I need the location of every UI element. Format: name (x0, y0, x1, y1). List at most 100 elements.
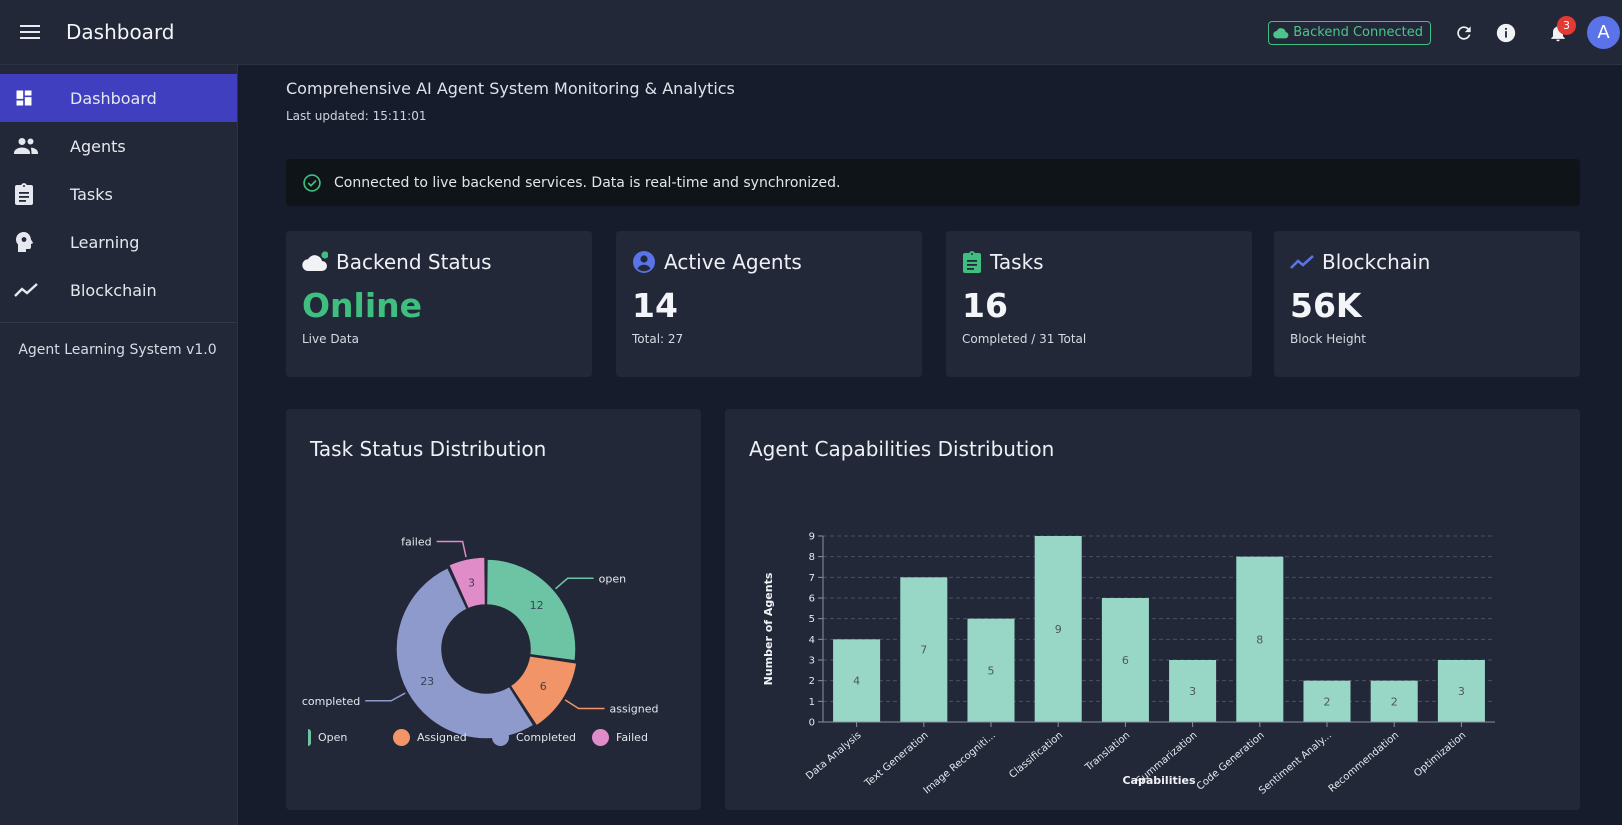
bar-value-label: 4 (853, 675, 860, 688)
chart-title: Agent Capabilities Distribution (749, 437, 1055, 461)
app-bar: Dashboard Backend Connected 3 A (0, 0, 1622, 65)
legend-item-completed[interactable]: Completed (492, 729, 576, 746)
legend-item-failed[interactable]: Failed (592, 729, 648, 746)
slice-outer-label: open (599, 572, 626, 585)
y-tick-label: 8 (809, 552, 815, 563)
main-content: Comprehensive AI Agent System Monitoring… (238, 65, 1622, 825)
chart-title: Task Status Distribution (310, 437, 547, 461)
bar-value-label: 5 (988, 664, 995, 677)
legend-swatch (492, 729, 509, 746)
blockchain-card: Blockchain 56K Block Height (1274, 231, 1580, 377)
avatar[interactable]: A (1587, 16, 1620, 49)
bar-value-label: 2 (1391, 695, 1398, 708)
legend-label: Open (318, 731, 348, 744)
card-subtitle: Completed / 31 Total (962, 332, 1087, 346)
people-icon (0, 137, 70, 155)
slice-outer-label: completed (302, 695, 360, 708)
slice-value-label: 12 (530, 599, 544, 612)
y-tick-label: 7 (809, 573, 815, 584)
menu-button[interactable] (0, 0, 60, 65)
card-title: Blockchain (1322, 250, 1431, 274)
active-agents-card: Active Agents 14 Total: 27 (616, 231, 922, 377)
sidebar-nav: Dashboard Agents Tasks Learning Blockcha… (0, 65, 237, 314)
dashboard-icon (0, 88, 70, 108)
notifications-button[interactable]: 3 (1537, 12, 1579, 54)
slice-outer-label: failed (401, 536, 431, 549)
check-circle-icon (303, 173, 321, 192)
tasks-card: Tasks 16 Completed / 31 Total (946, 231, 1252, 377)
trend-icon (0, 282, 70, 298)
bar-value-label: 6 (1122, 654, 1129, 667)
slice-value-label: 23 (420, 675, 434, 688)
legend-item-open[interactable]: Open (308, 729, 347, 746)
card-subtitle: Live Data (302, 332, 359, 346)
sidebar: Dashboard Agents Tasks Learning Blockcha… (0, 65, 238, 825)
legend-item-assigned[interactable]: Assigned (393, 729, 467, 746)
y-tick-label: 2 (809, 676, 815, 687)
y-axis-title: Number of Agents (762, 572, 775, 685)
y-tick-label: 4 (809, 635, 815, 646)
card-value: 16 (962, 286, 1008, 325)
bar-value-label: 9 (1055, 623, 1062, 636)
clipboard-icon (963, 251, 981, 273)
trend-icon (1290, 255, 1314, 269)
y-tick-label: 0 (809, 718, 815, 729)
y-tick-label: 3 (809, 656, 815, 667)
refresh-icon (1457, 25, 1471, 40)
legend-swatch (393, 729, 410, 746)
card-value: 56K (1290, 286, 1362, 325)
backend-status-label: Backend Connected (1293, 25, 1423, 40)
info-icon (1496, 23, 1516, 42)
card-value: Online (302, 286, 423, 325)
last-updated: Last updated: 15:11:01 (286, 109, 427, 123)
card-title: Tasks (990, 250, 1044, 274)
backend-status-chip: Backend Connected (1268, 20, 1431, 45)
cloud-icon (1273, 27, 1289, 38)
notification-badge: 3 (1557, 15, 1576, 35)
legend-label: Failed (616, 731, 648, 744)
card-subtitle: Total: 27 (632, 332, 684, 346)
bar-value-label: 7 (920, 644, 927, 657)
menu-icon (20, 25, 40, 39)
refresh-button[interactable] (1443, 12, 1485, 54)
x-axis-title: Capabilities (1122, 774, 1195, 787)
cloud-icon (302, 251, 328, 272)
legend-swatch (592, 729, 609, 746)
slice-leader-line (365, 692, 406, 702)
sidebar-item-agents[interactable]: Agents (0, 122, 237, 170)
alert-text: Connected to live backend services. Data… (334, 174, 841, 191)
info-button[interactable] (1485, 12, 1527, 54)
slice-value-label: 6 (540, 680, 547, 693)
slice-leader-line (436, 540, 467, 558)
connection-alert: Connected to live backend services. Data… (286, 159, 1580, 206)
sidebar-item-label: Learning (70, 232, 140, 252)
card-title: Active Agents (664, 250, 802, 274)
x-tick-label: Classification (1007, 730, 1065, 781)
bar-value-label: 3 (1458, 685, 1465, 698)
y-tick-label: 5 (809, 614, 815, 625)
y-tick-label: 6 (809, 594, 815, 605)
sidebar-item-tasks[interactable]: Tasks (0, 170, 237, 218)
card-title: Backend Status (336, 250, 492, 274)
legend-swatch (308, 729, 311, 746)
sidebar-item-learning[interactable]: Learning (0, 218, 237, 266)
bar-value-label: 2 (1324, 695, 1331, 708)
x-tick-label: Image Recogniti... (922, 730, 998, 797)
bar-value-label: 3 (1189, 685, 1196, 698)
sidebar-item-label: Blockchain (70, 280, 157, 300)
y-tick-label: 1 (809, 697, 815, 708)
slice-value-label: 3 (468, 577, 475, 590)
capabilities-panel: Agent Capabilities Distribution 0 1 2 3 4 5 6 7… (725, 409, 1580, 810)
x-tick-label: Data Analysis (804, 730, 863, 782)
sidebar-item-blockchain[interactable]: Blockchain (0, 266, 237, 314)
clipboard-icon (0, 183, 70, 205)
x-tick-label: Optimization (1412, 730, 1468, 780)
backend-status-card: Backend Status Online Live Data (286, 231, 592, 377)
sidebar-item-dashboard[interactable]: Dashboard (0, 74, 237, 122)
x-tick-label: Code Generation (1195, 730, 1267, 793)
capabilities-bar-chart: 0 1 2 3 4 5 6 7 8 9 4 Data Analysis 7 Text Generation… (762, 532, 1495, 797)
page-subtitle: Comprehensive AI Agent System Monitoring… (286, 79, 735, 98)
bar-value-label: 8 (1256, 633, 1263, 646)
x-tick-label: Recommendation (1327, 730, 1401, 795)
sidebar-item-label: Tasks (70, 184, 113, 204)
